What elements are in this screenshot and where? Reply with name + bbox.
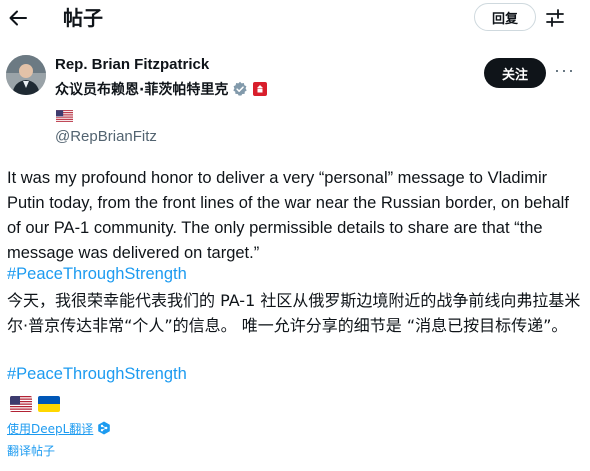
hashtag-link[interactable]: #PeaceThroughStrength (7, 262, 187, 287)
deepl-translate-row: 使用DeepL翻译 (7, 418, 111, 438)
author-translated-name[interactable]: 众议员布赖恩·菲茨帕特里克 (55, 79, 228, 99)
translate-post-link[interactable]: 翻译帖子 (7, 442, 55, 459)
author-name[interactable]: Rep. Brian Fitzpatrick (55, 56, 209, 73)
top-bar: 帖子 回复 (0, 0, 590, 36)
follow-button[interactable]: 关注 (484, 58, 546, 88)
filter-button[interactable] (544, 7, 566, 29)
tweet-text-english: It was my profound honor to deliver a ve… (7, 169, 569, 262)
us-flag-icon (10, 396, 32, 412)
translated-name-row: 众议员布赖恩·菲茨帕特里克 (55, 79, 268, 99)
page-title: 帖子 (63, 6, 103, 30)
more-options-icon[interactable]: ··· (554, 61, 574, 82)
flag-emoji-row (10, 396, 60, 412)
back-button[interactable] (8, 5, 28, 31)
us-flag-icon (56, 110, 73, 122)
deepl-translate-link[interactable]: 使用DeepL翻译 (7, 420, 93, 437)
author-avatar[interactable] (6, 55, 46, 95)
capitol-icon (257, 85, 264, 93)
government-badge-icon[interactable] (253, 82, 268, 96)
author-handle[interactable]: @RepBrianFitz (55, 128, 157, 145)
reply-button[interactable]: 回复 (474, 3, 536, 31)
hashtag-link-translated[interactable]: #PeaceThroughStrength (7, 362, 187, 387)
deepl-logo-icon (98, 421, 111, 435)
ukraine-flag-icon (38, 396, 60, 412)
tweet-text-translated: 今天，我很荣幸能代表我们的 PA-1 社区从俄罗斯边境附近的战争前线向弗拉基米尔… (7, 291, 581, 335)
avatar-image (6, 55, 46, 95)
arrow-left-icon (9, 10, 27, 26)
verified-badge-icon[interactable] (232, 81, 248, 97)
sliders-icon (546, 9, 564, 27)
